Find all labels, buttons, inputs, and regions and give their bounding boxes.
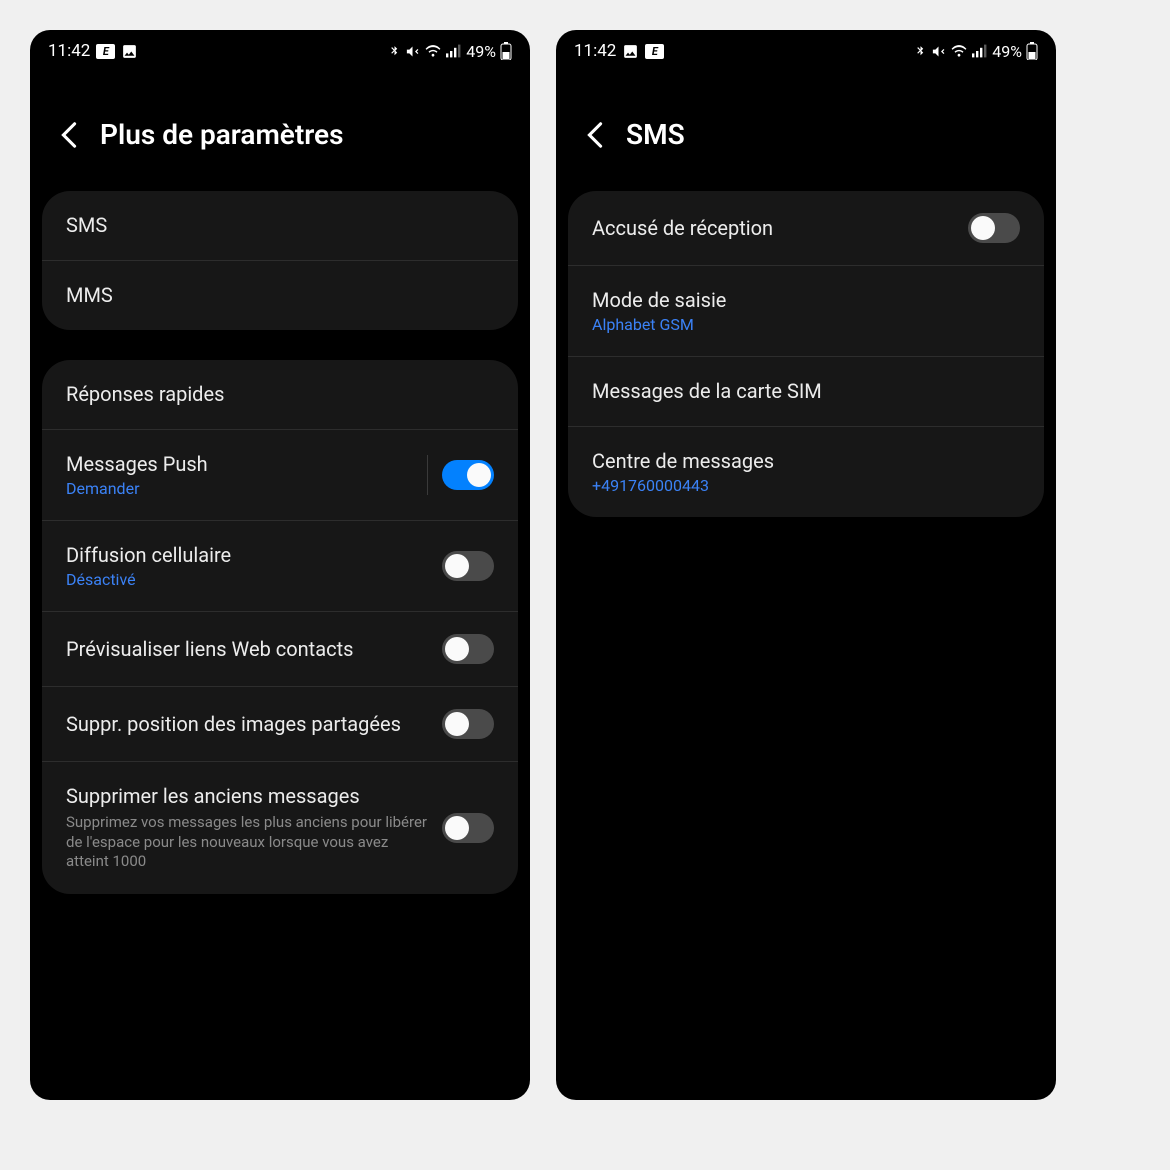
- section-sms-mms: SMS MMS: [42, 191, 518, 330]
- row-strip-location[interactable]: Suppr. position des images partagées: [42, 686, 518, 761]
- toggle-delivery-report[interactable]: [968, 213, 1020, 243]
- section-advanced: Réponses rapides Messages Push Demander …: [42, 360, 518, 894]
- toggle-preview-links[interactable]: [442, 634, 494, 664]
- row-delivery-report[interactable]: Accusé de réception: [568, 191, 1044, 265]
- back-button[interactable]: [54, 120, 84, 150]
- page-title: Plus de paramètres: [100, 118, 344, 151]
- row-title-quick-replies: Réponses rapides: [66, 382, 494, 407]
- row-sub-message-center: +491760000443: [592, 476, 1020, 495]
- signal-icon: [446, 44, 462, 58]
- row-desc-delete-old: Supprimez vos messages les plus anciens …: [66, 813, 430, 872]
- toggle-delete-old-messages[interactable]: [442, 813, 494, 843]
- row-title-strip-location: Suppr. position des images partagées: [66, 712, 430, 737]
- toggle-strip-location[interactable]: [442, 709, 494, 739]
- gallery-icon: [622, 43, 639, 60]
- row-delete-old-messages[interactable]: Supprimer les anciens messages Supprimez…: [42, 761, 518, 894]
- phone-screen-sms: 11:42 E 49%: [556, 30, 1056, 1100]
- signal-icon: [972, 44, 988, 58]
- phone-screen-more-settings: 11:42 E 49%: [30, 30, 530, 1100]
- wifi-icon: [950, 44, 968, 58]
- row-mms[interactable]: MMS: [42, 260, 518, 330]
- row-title-delete-old: Supprimer les anciens messages: [66, 784, 430, 809]
- row-title-sim-messages: Messages de la carte SIM: [592, 379, 1020, 404]
- row-quick-replies[interactable]: Réponses rapides: [42, 360, 518, 429]
- page-title: SMS: [626, 118, 685, 151]
- battery-icon: [1026, 42, 1038, 60]
- toggle-cell-broadcast[interactable]: [442, 551, 494, 581]
- row-title-cell-broadcast: Diffusion cellulaire: [66, 543, 430, 568]
- row-cell-broadcast[interactable]: Diffusion cellulaire Désactivé: [42, 520, 518, 611]
- status-time: 11:42: [574, 41, 616, 61]
- row-title-preview-links: Prévisualiser liens Web contacts: [66, 637, 430, 662]
- row-title-input-mode: Mode de saisie: [592, 288, 1020, 313]
- app-indicator-icon: E: [96, 44, 115, 59]
- app-indicator-icon: E: [645, 44, 664, 59]
- row-sub-push: Demander: [66, 479, 415, 498]
- toggle-push-messages[interactable]: [442, 460, 494, 490]
- mute-icon: [405, 44, 420, 59]
- status-battery-text: 49%: [466, 42, 496, 61]
- row-sub-cell-broadcast: Désactivé: [66, 570, 430, 589]
- status-battery-text: 49%: [992, 42, 1022, 61]
- row-title-message-center: Centre de messages: [592, 449, 1020, 474]
- row-title-sms: SMS: [66, 213, 494, 238]
- gallery-icon: [121, 43, 138, 60]
- row-preview-links[interactable]: Prévisualiser liens Web contacts: [42, 611, 518, 686]
- row-sms[interactable]: SMS: [42, 191, 518, 260]
- status-bar: 11:42 E 49%: [556, 30, 1056, 68]
- row-push-messages[interactable]: Messages Push Demander: [42, 429, 518, 520]
- row-title-delivery-report: Accusé de réception: [592, 216, 956, 241]
- row-sim-messages[interactable]: Messages de la carte SIM: [568, 356, 1044, 426]
- row-title-push: Messages Push: [66, 452, 415, 477]
- section-sms-settings: Accusé de réception Mode de saisie Alpha…: [568, 191, 1044, 517]
- bluetooth-icon: [388, 44, 401, 59]
- status-bar: 11:42 E 49%: [30, 30, 530, 68]
- status-time: 11:42: [48, 41, 90, 61]
- row-title-mms: MMS: [66, 283, 494, 308]
- back-button[interactable]: [580, 120, 610, 150]
- divider: [427, 455, 428, 495]
- row-input-mode[interactable]: Mode de saisie Alphabet GSM: [568, 265, 1044, 356]
- row-message-center[interactable]: Centre de messages +491760000443: [568, 426, 1044, 517]
- mute-icon: [931, 44, 946, 59]
- row-sub-input-mode: Alphabet GSM: [592, 315, 1020, 334]
- wifi-icon: [424, 44, 442, 58]
- bluetooth-icon: [914, 44, 927, 59]
- battery-icon: [500, 42, 512, 60]
